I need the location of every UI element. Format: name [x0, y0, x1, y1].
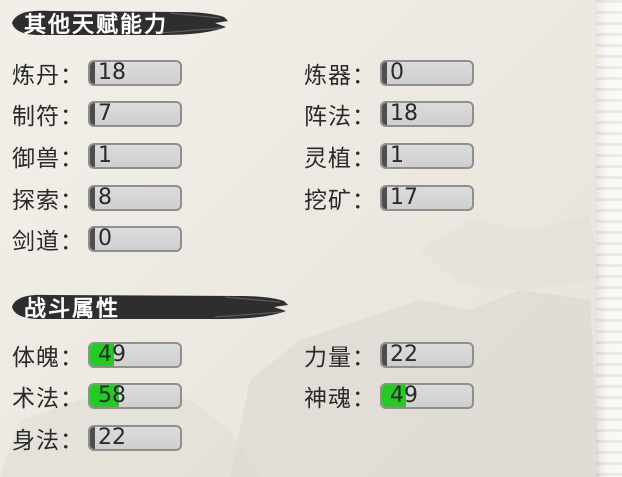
stat-value: 22 [98, 425, 126, 450]
stat-label: 炼丹 [12, 63, 60, 89]
label-separator: ： [60, 188, 84, 214]
stat-value: 49 [98, 342, 126, 367]
stat-physique: 体魄： 49 [12, 340, 182, 371]
stat-value: 0 [98, 226, 112, 251]
stat-value: 49 [390, 383, 418, 408]
combat-section-title: 战斗属性 [24, 297, 121, 322]
stat-label: 制符 [12, 104, 60, 130]
stat-value-box: 49 [88, 342, 182, 368]
stat-alchemy: 炼丹： 18 [12, 58, 182, 89]
stat-value: 8 [98, 185, 112, 210]
stat-agility: 身法： 22 [12, 423, 182, 454]
stat-value-box: 7 [88, 101, 182, 127]
stat-sword-way: 剑道： 0 [12, 224, 182, 255]
stat-forging: 炼器： 0 [304, 58, 474, 89]
stat-label: 体魄 [12, 345, 60, 371]
stat-value-box: 22 [88, 425, 182, 451]
label-separator: ： [352, 104, 376, 130]
stat-spell: 术法： 58 [12, 381, 182, 412]
stat-talisman: 制符： 7 [12, 99, 182, 130]
stat-value: 1 [98, 143, 112, 168]
stat-value-box: 18 [88, 60, 182, 86]
stat-label: 挖矿 [304, 188, 352, 214]
stat-label: 灵植 [304, 146, 352, 172]
label-separator: ： [60, 146, 84, 172]
stat-value: 17 [390, 185, 418, 210]
stat-value-box: 0 [88, 226, 182, 252]
torn-paper-edge [596, 0, 622, 477]
stat-formation: 阵法： 18 [304, 99, 474, 130]
stat-mining: 挖矿： 17 [304, 183, 474, 214]
stat-value-box: 17 [380, 185, 474, 211]
stat-value: 22 [390, 342, 418, 367]
combat-section-header: 战斗属性 [10, 290, 288, 324]
stat-label: 阵法 [304, 104, 352, 130]
label-separator: ： [60, 428, 84, 454]
stat-value-box: 8 [88, 185, 182, 211]
label-separator: ： [352, 386, 376, 412]
stat-label: 身法 [12, 428, 60, 454]
stat-strength: 力量： 22 [304, 340, 474, 371]
label-separator: ： [60, 229, 84, 255]
stat-value: 1 [390, 143, 404, 168]
label-separator: ： [60, 104, 84, 130]
stat-label: 力量 [304, 345, 352, 371]
stat-beast-taming: 御兽： 1 [12, 141, 182, 172]
label-separator: ： [352, 63, 376, 89]
stat-value-box: 58 [88, 383, 182, 409]
label-separator: ： [60, 386, 84, 412]
talents-section-title: 其他天赋能力 [24, 13, 169, 38]
stat-soul: 神魂： 49 [304, 381, 474, 412]
stat-value-box: 22 [380, 342, 474, 368]
stat-label: 术法 [12, 386, 60, 412]
label-separator: ： [352, 146, 376, 172]
stat-value: 7 [98, 101, 112, 126]
stat-value-box: 49 [380, 383, 474, 409]
stat-herb-planting: 灵植： 1 [304, 141, 474, 172]
stat-value-box: 1 [88, 143, 182, 169]
stat-value-box: 18 [380, 101, 474, 127]
stat-exploration: 探索： 8 [12, 183, 182, 214]
stat-label: 探索 [12, 188, 60, 214]
stat-value: 18 [98, 60, 126, 85]
label-separator: ： [60, 345, 84, 371]
stat-value: 18 [390, 101, 418, 126]
stat-label: 御兽 [12, 146, 60, 172]
label-separator: ： [60, 63, 84, 89]
stat-label: 炼器 [304, 63, 352, 89]
stat-value-box: 1 [380, 143, 474, 169]
stat-value: 0 [390, 60, 404, 85]
stat-value: 58 [98, 383, 126, 408]
stat-label: 神魂 [304, 386, 352, 412]
label-separator: ： [352, 188, 376, 214]
stat-label: 剑道 [12, 229, 60, 255]
stat-value-box: 0 [380, 60, 474, 86]
talents-section-header: 其他天赋能力 [10, 6, 228, 40]
label-separator: ： [352, 345, 376, 371]
